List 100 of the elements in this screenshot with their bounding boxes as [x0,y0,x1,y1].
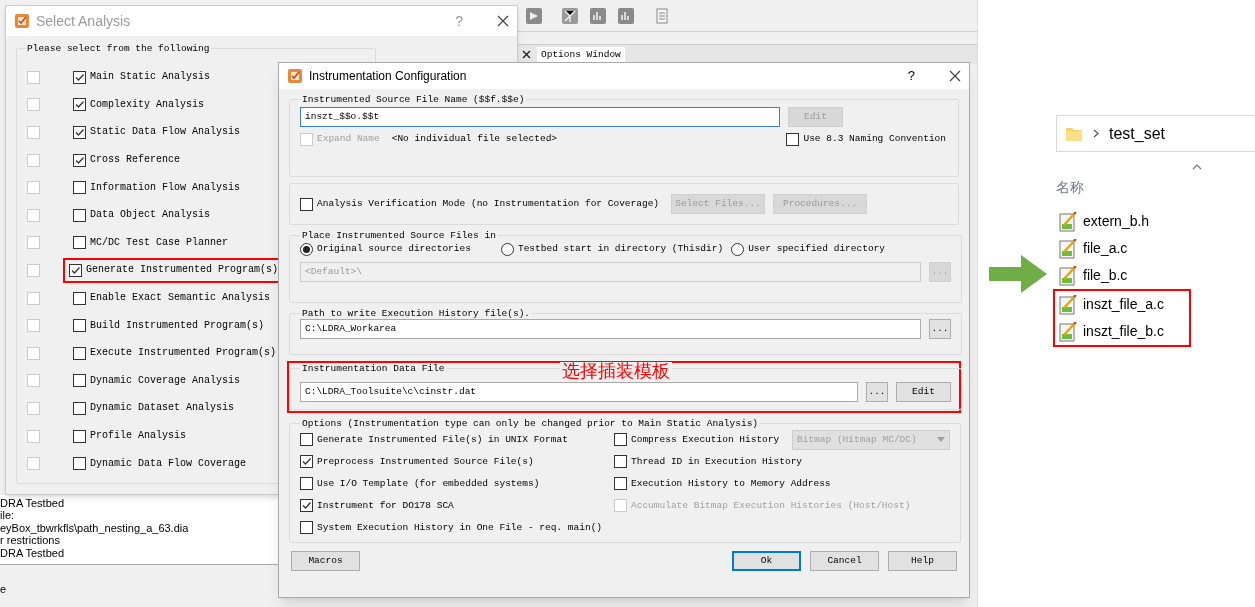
right-arrow [989,255,1047,293]
checkbox-label: Complexity Analysis [90,99,205,110]
checkbox[interactable] [69,263,82,277]
bar-chart-icon[interactable] [590,7,606,24]
button[interactable]: Help [888,551,957,571]
file-name[interactable]: inszt_file_b.c [1083,321,1170,342]
group-label: Instrumented Source File Name ($$f.$$e) [301,95,526,105]
app-logo-icon [287,68,303,84]
checkbox[interactable] [300,455,313,468]
log-line: DRA Testbed [0,546,65,560]
checkbox-label: Accumulate Bitmap Execution Histories (Host/Host) [631,500,911,511]
address-bar[interactable]: test_set [1056,115,1255,152]
checkbox-label: Static Data Flow Analysis [90,127,241,138]
checkbox-label: Profile Analysis [90,431,186,441]
checkbox-label: Build Instrumented Program(s) [90,320,265,331]
checkbox[interactable] [73,319,86,333]
button[interactable]: ... [929,318,951,339]
close-icon[interactable] [497,15,509,27]
log-line: r restrictions [0,534,61,547]
checkbox[interactable] [300,521,313,534]
checkbox[interactable] [73,126,86,139]
checkbox[interactable] [73,236,86,250]
checkbox[interactable] [73,457,86,471]
checkbox-label: Analysis Verification Mode (no Instrumentation for Coverage) [317,199,660,209]
checkbox-label: Dynamic Data Flow Coverage [90,458,247,469]
group-label: Please select from the following [26,44,211,54]
file-name[interactable]: file_a.c [1083,238,1134,259]
notepad-icon [1059,321,1077,342]
checkbox[interactable] [300,499,313,512]
button[interactable]: Edit [896,381,951,402]
input-field[interactable]: inszt_$$o.$$t [300,106,780,127]
checkbox[interactable] [73,374,86,388]
checkbox[interactable] [73,153,86,167]
checkbox[interactable] [73,346,86,360]
checkbox[interactable] [73,429,86,443]
checkbox[interactable] [614,477,627,490]
notepad-icon [1059,265,1077,286]
window-title: Select Analysis [36,11,132,31]
checkbox-label: Use I/O Template (for embedded systems) [317,478,540,489]
checkbox[interactable] [300,477,313,490]
close-icon[interactable] [949,70,961,82]
checkbox-label: Execute Instrumented Program(s) [90,348,277,359]
checkbox-label: Generate Instrumented File(s) in UNIX Format [317,434,568,445]
checkbox-label: Compress Execution History [631,434,780,445]
checkbox-label: Generate Instrumented Program(s) [86,265,279,276]
close-icon[interactable] [522,50,531,59]
checkbox[interactable] [300,197,313,211]
checkbox[interactable] [73,208,86,222]
checkbox[interactable] [300,433,313,446]
status-text: e [0,584,7,595]
info-text: <No individual file selected> [391,134,559,144]
annotation-text: 选择插装模板 [560,361,672,380]
path-text: test_set [1109,123,1166,144]
checkbox-label: Dynamic Coverage Analysis [90,375,241,386]
checkbox-label: Execution History to Memory Address [631,478,831,489]
checkbox-label: Preprocess Instrumented Source File(s) [317,456,534,467]
checkbox[interactable] [73,401,86,415]
chevron-icon [1093,129,1099,138]
checkbox[interactable] [786,132,800,146]
checkbox[interactable] [73,181,86,195]
panel-tab[interactable]: Options Window [537,47,625,63]
checkbox[interactable] [73,70,86,84]
play-icon[interactable] [526,7,542,24]
window-title: Instrumentation Configuration [309,68,468,85]
checkbox[interactable] [73,291,86,305]
bar-chart-icon[interactable] [618,7,634,24]
checkbox[interactable] [614,433,627,446]
button[interactable]: Ok [732,551,801,571]
log-line: DRA Testbed [0,497,65,510]
checkbox-label: Main Static Analysis [90,72,211,83]
checkbox-label: Data Object Analysis [90,210,211,221]
dropdown-arrow-icon [937,437,945,442]
file-name[interactable]: file_b.c [1083,265,1134,286]
checkbox-label: Enable Exact Semantic Analysis [90,293,271,304]
checkbox-label: Expand Name [317,134,380,144]
group-label: Instrumentation Data File [301,364,446,374]
log-line: eyBox_tbwrkfls\path_nesting_a_63.dia [0,521,190,535]
file-name[interactable]: inszt_file_a.c [1083,294,1170,315]
column-header[interactable]: 名称 [1056,177,1084,198]
input-field[interactable]: C:\LDRA_Workarea [300,318,921,339]
input-field[interactable]: C:\LDRA_Toolsuite\c\cinstr.dat [300,381,858,402]
checkbox-label: Cross Reference [90,155,180,166]
checkbox-label: Instrument for DO178 SCA [317,500,454,511]
group-label: Options (Instrumentation type can only be changed prior to Main Static Analysis) [301,419,760,429]
group-label: Path to write Execution History file(s). [301,309,532,319]
button[interactable]: Macros [291,551,360,571]
checkbox-label: Thread ID in Execution History [631,456,803,467]
radio-label: Original source directories [317,244,471,254]
notepad-icon [1059,211,1077,232]
checkbox[interactable] [73,98,86,112]
button[interactable]: Cancel [810,551,879,571]
button[interactable]: ... [866,381,888,402]
checkbox-label: MC/DC Test Case Planner [90,237,229,248]
checkbox-label: System Execution History in One File - req. main() [317,522,603,533]
checkbox-label: Dynamic Dataset Analysis [90,403,235,414]
log-line: ile: [0,509,16,522]
checkbox[interactable] [614,455,627,468]
network-icon[interactable] [562,7,578,24]
help-button[interactable]: ? [907,66,915,86]
file-name[interactable]: extern_b.h [1083,211,1156,232]
